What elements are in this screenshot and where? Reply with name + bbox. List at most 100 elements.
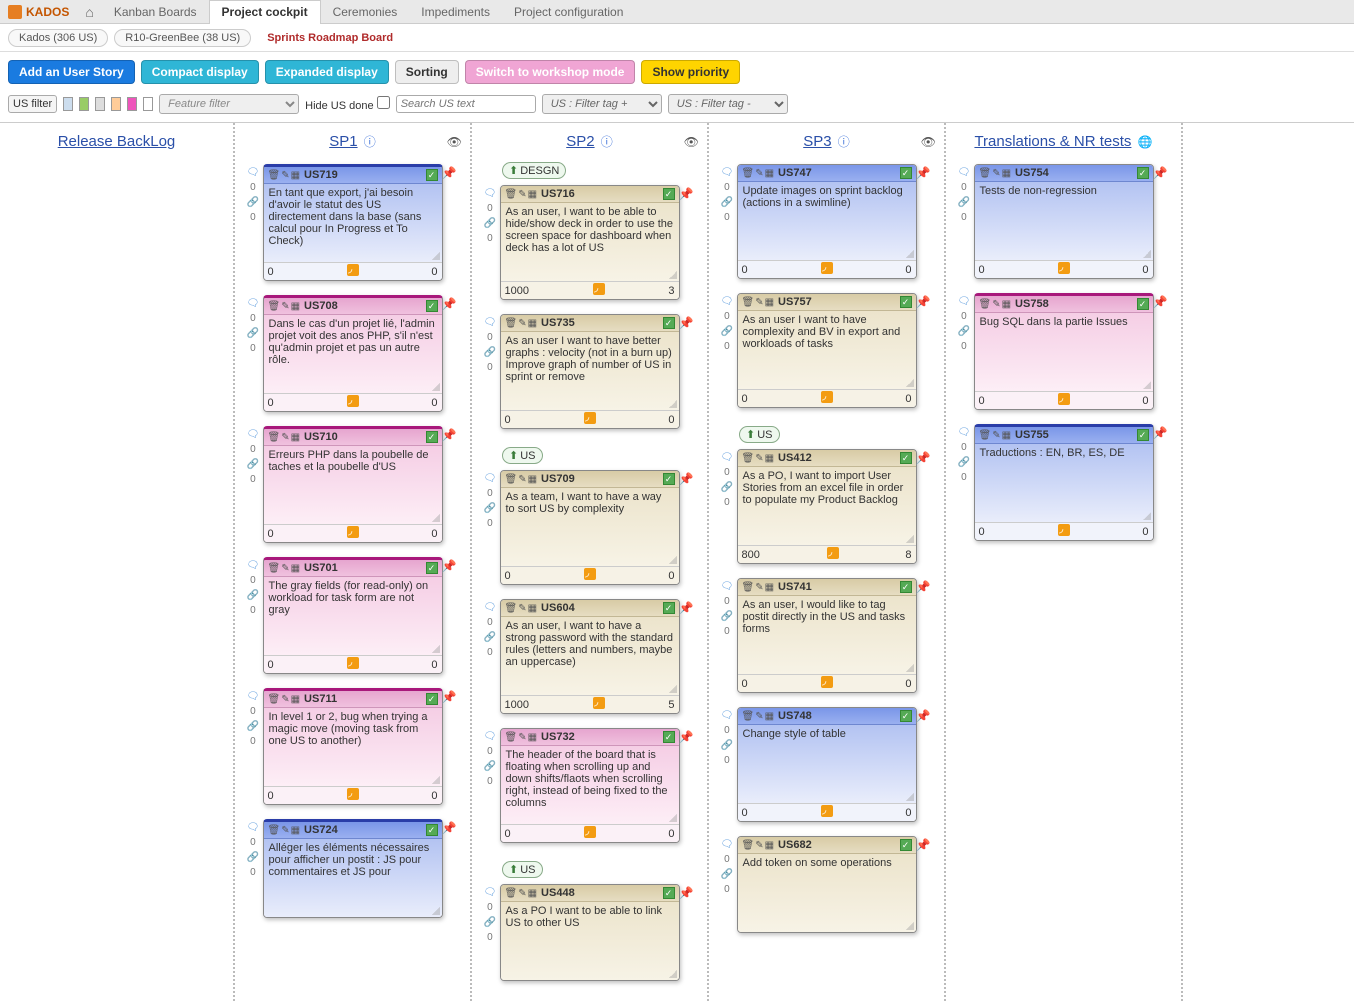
edit-icon[interactable]: ✎ [518, 888, 526, 899]
edit-icon[interactable]: ✎ [992, 168, 1000, 179]
info-icon[interactable]: ⓘ [601, 135, 613, 149]
trash-icon[interactable]: 🗑 [268, 694, 281, 705]
comment-icon[interactable]: 🗨 [721, 295, 734, 309]
calendar-icon[interactable]: ▦ [528, 888, 537, 899]
trash-icon[interactable]: 🗑 [505, 189, 518, 200]
link-icon[interactable]: 🔗 [484, 502, 496, 516]
user-story-card[interactable]: 🗨0🔗0📌🗑✎▦US604✓As an user, I want to have… [500, 599, 680, 714]
rss-icon[interactable] [347, 395, 359, 407]
user-story-card[interactable]: 🗨0🔗0📌🗑✎▦US758✓Bug SQL dans la partie Iss… [974, 293, 1154, 410]
edit-icon[interactable]: ✎ [518, 474, 526, 485]
group-tag-label[interactable]: ⬆US [739, 426, 780, 443]
sorting-button[interactable]: Sorting [395, 60, 459, 84]
pin-icon[interactable]: 📌 [442, 297, 457, 311]
link-icon[interactable]: 🔗 [721, 868, 733, 882]
feature-filter-select[interactable]: Feature filter [159, 94, 299, 114]
filter-swatch[interactable] [63, 97, 73, 111]
status-checkbox-icon[interactable]: ✓ [900, 839, 912, 851]
pin-icon[interactable]: 📌 [1153, 166, 1168, 180]
pin-icon[interactable]: 📌 [442, 428, 457, 442]
calendar-icon[interactable]: ▦ [291, 694, 300, 705]
trash-icon[interactable]: 🗑 [742, 297, 755, 308]
expanded-display-button[interactable]: Expanded display [265, 60, 389, 84]
comment-icon[interactable]: 🗨 [247, 428, 260, 442]
edit-icon[interactable]: ✎ [755, 711, 763, 722]
rss-icon[interactable] [1058, 524, 1070, 536]
comment-icon[interactable]: 🗨 [484, 886, 497, 900]
link-icon[interactable]: 🔗 [958, 325, 970, 339]
status-checkbox-icon[interactable]: ✓ [426, 431, 438, 443]
trash-icon[interactable]: 🗑 [505, 603, 518, 614]
trash-icon[interactable]: 🗑 [268, 432, 281, 443]
column-title-link[interactable]: Translations & NR tests [974, 133, 1131, 150]
pin-icon[interactable]: 📌 [916, 451, 931, 465]
calendar-icon[interactable]: ▦ [765, 168, 774, 179]
edit-icon[interactable]: ✎ [281, 432, 289, 443]
pin-icon[interactable]: 📌 [679, 730, 694, 744]
filter-tag-plus-select[interactable]: US : Filter tag + [542, 94, 662, 114]
status-checkbox-icon[interactable]: ✓ [1137, 298, 1149, 310]
column-title-link[interactable]: SP3 [803, 133, 831, 150]
link-icon[interactable]: 🔗 [721, 481, 733, 495]
user-story-card[interactable]: 🗨0🔗0📌🗑✎▦US724✓Alléger les éléments néces… [263, 819, 443, 918]
link-icon[interactable]: 🔗 [247, 589, 259, 603]
show-priority-button[interactable]: Show priority [641, 60, 740, 84]
calendar-icon[interactable]: ▦ [1002, 299, 1011, 310]
status-checkbox-icon[interactable]: ✓ [900, 167, 912, 179]
user-story-card[interactable]: 🗨0🔗0📌🗑✎▦US708✓Dans le cas d'un projet li… [263, 295, 443, 412]
edit-icon[interactable]: ✎ [281, 170, 289, 181]
pin-icon[interactable]: 📌 [1153, 295, 1168, 309]
pin-icon[interactable]: 📌 [442, 690, 457, 704]
edit-icon[interactable]: ✎ [281, 694, 289, 705]
comment-icon[interactable]: 🗨 [247, 297, 260, 311]
pin-icon[interactable]: 📌 [1153, 426, 1168, 440]
rss-icon[interactable] [347, 264, 359, 276]
pin-icon[interactable]: 📌 [916, 580, 931, 594]
trash-icon[interactable]: 🗑 [979, 168, 992, 179]
status-checkbox-icon[interactable]: ✓ [663, 731, 675, 743]
status-checkbox-icon[interactable]: ✓ [1137, 429, 1149, 441]
eye-icon[interactable]: 👁 [921, 135, 936, 149]
user-story-card[interactable]: 🗨0🔗0📌🗑✎▦US754✓Tests de non-regression00 [974, 164, 1154, 279]
edit-icon[interactable]: ✎ [755, 840, 763, 851]
user-story-card[interactable]: 🗨0🔗0📌🗑✎▦US412✓As a PO, I want to import … [737, 449, 917, 564]
link-icon[interactable]: 🔗 [721, 610, 733, 624]
trash-icon[interactable]: 🗑 [742, 453, 755, 464]
link-icon[interactable]: 🔗 [247, 327, 259, 341]
pin-icon[interactable]: 📌 [916, 709, 931, 723]
group-tag-label[interactable]: ⬆DESGN [502, 162, 566, 179]
comment-icon[interactable]: 🗨 [721, 580, 734, 594]
calendar-icon[interactable]: ▦ [765, 453, 774, 464]
user-story-card[interactable]: 🗨0🔗0📌🗑✎▦US701✓The gray fields (for read-… [263, 557, 443, 674]
user-story-card[interactable]: 🗨0🔗0📌🗑✎▦US716✓As an user, I want to be a… [500, 185, 680, 300]
trash-icon[interactable]: 🗑 [742, 711, 755, 722]
rss-icon[interactable] [347, 788, 359, 800]
pin-icon[interactable]: 📌 [916, 838, 931, 852]
pin-icon[interactable]: 📌 [916, 295, 931, 309]
pin-icon[interactable]: 📌 [916, 166, 931, 180]
user-story-card[interactable]: 🗨0🔗0📌🗑✎▦US709✓As a team, I want to have … [500, 470, 680, 585]
edit-icon[interactable]: ✎ [755, 297, 763, 308]
info-icon[interactable]: ⓘ [838, 135, 850, 149]
link-icon[interactable]: 🔗 [484, 760, 496, 774]
trash-icon[interactable]: 🗑 [268, 301, 281, 312]
hide-us-done-label[interactable]: Hide US done [305, 96, 390, 112]
globe-icon[interactable]: 🌐 [1138, 135, 1153, 149]
status-checkbox-icon[interactable]: ✓ [426, 824, 438, 836]
edit-icon[interactable]: ✎ [518, 318, 526, 329]
rss-icon[interactable] [593, 283, 605, 295]
user-story-card[interactable]: 🗨0🔗0📌🗑✎▦US732✓The header of the board th… [500, 728, 680, 843]
nav-tab[interactable]: Project configuration [502, 0, 635, 24]
pin-icon[interactable]: 📌 [679, 316, 694, 330]
filter-tag-minus-select[interactable]: US : Filter tag - [668, 94, 788, 114]
edit-icon[interactable]: ✎ [281, 825, 289, 836]
rss-icon[interactable] [584, 826, 596, 838]
rss-icon[interactable] [821, 262, 833, 274]
pin-icon[interactable]: 📌 [679, 187, 694, 201]
user-story-card[interactable]: 🗨0🔗0📌🗑✎▦US719✓En tant que export, j'ai b… [263, 164, 443, 281]
comment-icon[interactable]: 🗨 [247, 559, 260, 573]
status-checkbox-icon[interactable]: ✓ [663, 317, 675, 329]
edit-icon[interactable]: ✎ [518, 603, 526, 614]
group-tag-label[interactable]: ⬆US [502, 447, 543, 464]
link-icon[interactable]: 🔗 [721, 739, 733, 753]
